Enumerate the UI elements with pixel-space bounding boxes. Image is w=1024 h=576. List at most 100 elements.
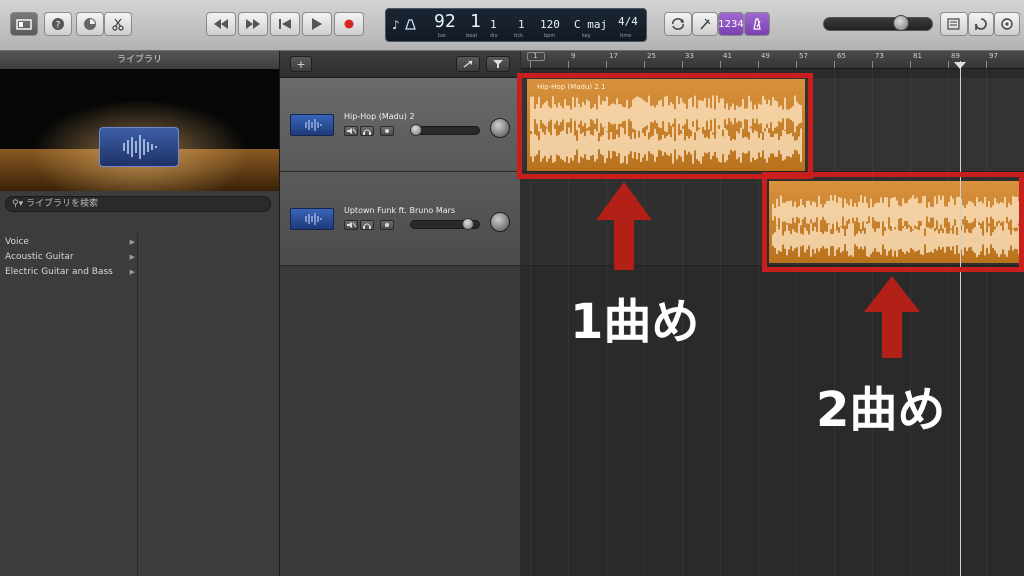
ruler-bar-number: 57 [799,52,808,60]
track-volume-knob[interactable] [410,124,422,136]
library-column-divider [137,233,138,576]
ruler-tick [872,61,873,68]
search-icon: ⚲▾ [12,199,24,209]
timeline-gridline [834,68,835,576]
audio-track-tile [99,127,179,167]
annotation-first-song: 1曲め [570,294,700,350]
count-in-button[interactable]: 1234 [718,12,744,36]
solo-button[interactable] [360,126,374,136]
ruler-tick [606,61,607,68]
library-search-placeholder: ライブラリを検索 [25,199,98,209]
loop-icon [975,18,987,30]
help-icon: ? [52,18,64,31]
lcd-tempo: 120 [540,18,560,31]
track-name: Hip-Hop (Madu) 2 [344,112,415,121]
track-header-2[interactable]: Uptown Funk ft. Bruno Mars [280,172,520,266]
ruler-bar-number: 25 [647,52,656,60]
library-title: ライブラリ [0,51,279,69]
ruler-tick [644,61,645,68]
library-button[interactable] [10,12,38,36]
library-item-voice[interactable]: Voice ▶ [5,235,135,249]
track-waveform-icon [290,114,334,136]
timeline-gridline [948,68,949,576]
ruler-tick [530,61,531,68]
lcd-beat: 1 [470,11,481,32]
mute-icon [347,222,357,228]
filter-button[interactable] [486,56,510,72]
fast-forward-icon [246,19,260,29]
mute-icon [347,128,357,134]
library-search-input[interactable]: ⚲▾ ライブラリを検索 [5,196,271,212]
lcd-div: 1 [490,18,497,31]
smart-controls-icon [84,18,96,30]
note-pad-button[interactable] [940,12,968,36]
ruler-tick [682,61,683,68]
record-button[interactable] [334,12,364,36]
mute-button[interactable] [344,126,358,136]
ruler-tick [834,61,835,68]
tracks-header-bar: + [280,51,520,78]
ruler-bar-number: 65 [837,52,846,60]
track-pan-knob[interactable] [490,212,510,232]
zoom-button[interactable] [456,56,480,72]
ruler-bar-number: 97 [989,52,998,60]
library-preview [0,69,279,191]
annotation-second-song: 2曲め [816,382,946,438]
lcd-key: C maj [574,18,608,31]
play-button[interactable] [302,12,332,36]
svg-text:?: ? [56,21,61,31]
media-browser-button[interactable] [994,12,1020,36]
chevron-right-icon: ▶ [129,238,135,246]
lcd-display[interactable]: ♪ 92 1 1 1 120 C maj 4/4 bar beat div ti… [385,8,647,42]
tuner-icon: ♪ [392,18,416,32]
waveform-icon [123,135,157,159]
playhead-handle[interactable] [954,62,966,69]
rewind-button[interactable] [206,12,236,36]
track-name: Uptown Funk ft. Bruno Mars [344,206,456,215]
expand-icon [463,60,473,68]
library-item-electric-guitar-bass[interactable]: Electric Guitar and Bass ▶ [5,265,135,279]
tuner-button[interactable] [692,12,718,36]
track-volume-knob[interactable] [462,218,474,230]
track-waveform-icon [290,208,334,230]
highlight-box-first-song [517,73,813,179]
editors-button[interactable] [104,12,132,36]
track-pan-knob[interactable] [490,118,510,138]
smart-controls-button[interactable] [76,12,104,36]
library-item-acoustic-guitar[interactable]: Acoustic Guitar ▶ [5,250,135,264]
toolbar: ? ♪ 92 1 1 1 120 C maj 4/4 bar beat div … [0,0,1024,51]
notepad-icon [947,18,960,30]
loop-browser-button[interactable] [968,12,994,36]
lcd-beat-caption: beat [466,33,478,39]
record-enable-button[interactable] [380,220,394,230]
skip-back-icon [279,19,291,29]
lcd-tick: 1 [518,18,525,31]
mute-button[interactable] [344,220,358,230]
playhead[interactable] [960,61,961,576]
ruler-tick [758,61,759,68]
headphones-icon [363,129,371,135]
ruler-bar-number: 81 [913,52,922,60]
ruler-tick [986,61,987,68]
help-button[interactable]: ? [44,12,72,36]
library-panel: ライブラリ ⚲▾ ライブラリを検索 Voice ▶ Acoustic Guita… [0,51,280,576]
cycle-button[interactable] [664,12,692,36]
solo-button[interactable] [360,220,374,230]
record-enable-button[interactable] [380,126,394,136]
library-icon [16,19,32,30]
svg-text:♪: ♪ [392,18,400,32]
master-volume-knob[interactable] [893,15,909,31]
add-track-button[interactable]: + [290,56,312,72]
ruler-bar-number: 41 [723,52,732,60]
fast-forward-button[interactable] [238,12,268,36]
lcd-time-signature: 4/4 [618,15,638,28]
master-volume-slider[interactable] [823,17,933,31]
track-header-1[interactable]: Hip-Hop (Madu) 2 [280,78,520,172]
scissors-icon [112,18,124,31]
arrow-up-icon [596,182,652,270]
ruler-bar-number: 49 [761,52,770,60]
metronome-button[interactable] [744,12,770,36]
go-to-beginning-button[interactable] [270,12,300,36]
record-dot-icon [385,223,389,227]
timeline-ruler[interactable]: 1 9 17 25 33 41 49 57 65 73 81 89 97 [521,51,1024,69]
